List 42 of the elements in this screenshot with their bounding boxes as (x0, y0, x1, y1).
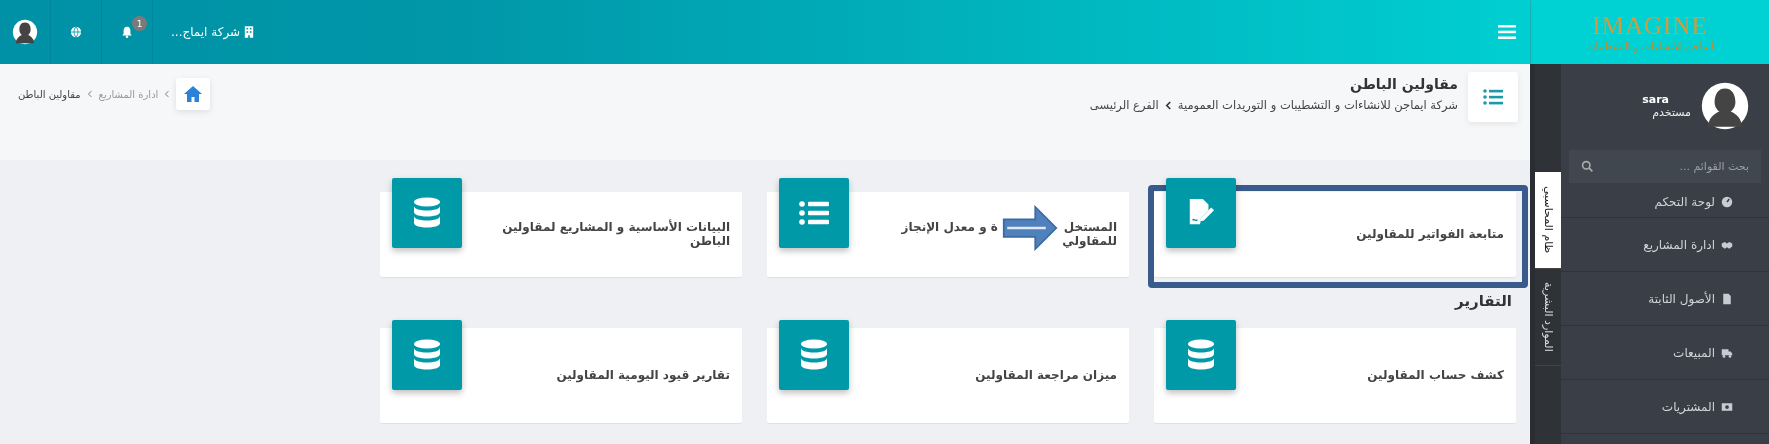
user-role: مستخدم (1651, 106, 1691, 119)
menu-item[interactable]: لوحة التحكم (1561, 187, 1769, 218)
logo-tagline: ايماجن للانشاءات و التشطيبات (1586, 40, 1714, 52)
home-icon[interactable] (176, 78, 211, 110)
section-title: التقارير (1453, 292, 1512, 310)
path-item: شركة ايماجن للانشاءات و التشطيبات و التوريدات العمومية (1177, 98, 1458, 112)
page-title: مقاولين الباطن (1349, 76, 1458, 92)
menu-card[interactable]: متابعة الفواتير للمقاولين (1154, 178, 1516, 278)
annotation-arrow (1001, 205, 1058, 252)
building-icon (244, 26, 255, 38)
menu-card[interactable]: البيانات الأساسية و المشاريع لمقاولين الباطن (380, 178, 742, 278)
menu-card[interactable]: المستخل ة و معدل الإنجاز للمقاولي (767, 178, 1129, 278)
search-icon (1581, 160, 1594, 173)
chevron-icon (1164, 100, 1172, 110)
file-icon (1721, 292, 1733, 305)
database-icon (779, 320, 849, 390)
truck-icon (1721, 346, 1733, 359)
avatar-icon[interactable] (12, 19, 38, 45)
avatar-icon (1701, 80, 1749, 132)
notification-count: 1 (132, 16, 147, 31)
database-icon (392, 320, 462, 390)
list-icon (1468, 72, 1518, 122)
chevron-icon (86, 90, 93, 98)
list-icon (779, 178, 849, 248)
search-field[interactable]: بحث القوائم ... (1569, 150, 1761, 183)
document-pen-icon (1166, 178, 1236, 248)
path-item: الفرع الرئيسى (1089, 98, 1159, 112)
report-card[interactable]: ميزان مراجعة المقاولين (767, 320, 1129, 424)
database-icon (1166, 320, 1236, 390)
globe-icon[interactable] (70, 26, 82, 38)
bell-icon[interactable] (121, 26, 133, 38)
gauge-icon (1721, 196, 1733, 208)
report-card[interactable]: كشف حساب المقاولين (1154, 320, 1516, 424)
menu-icon[interactable] (1498, 25, 1516, 39)
user-name: sara (1641, 93, 1669, 106)
banknote-icon (1721, 400, 1733, 413)
chevron-icon (164, 90, 171, 98)
database-icon (392, 178, 462, 248)
breadcrumb-item[interactable]: مقاولين الباطن (18, 88, 81, 100)
report-card[interactable]: تقارير قيود اليومية المقاولين (380, 320, 742, 424)
logo-brand: IMAGINE (1592, 12, 1708, 38)
side-tab[interactable]: ظام المحاسبي (1535, 172, 1561, 269)
